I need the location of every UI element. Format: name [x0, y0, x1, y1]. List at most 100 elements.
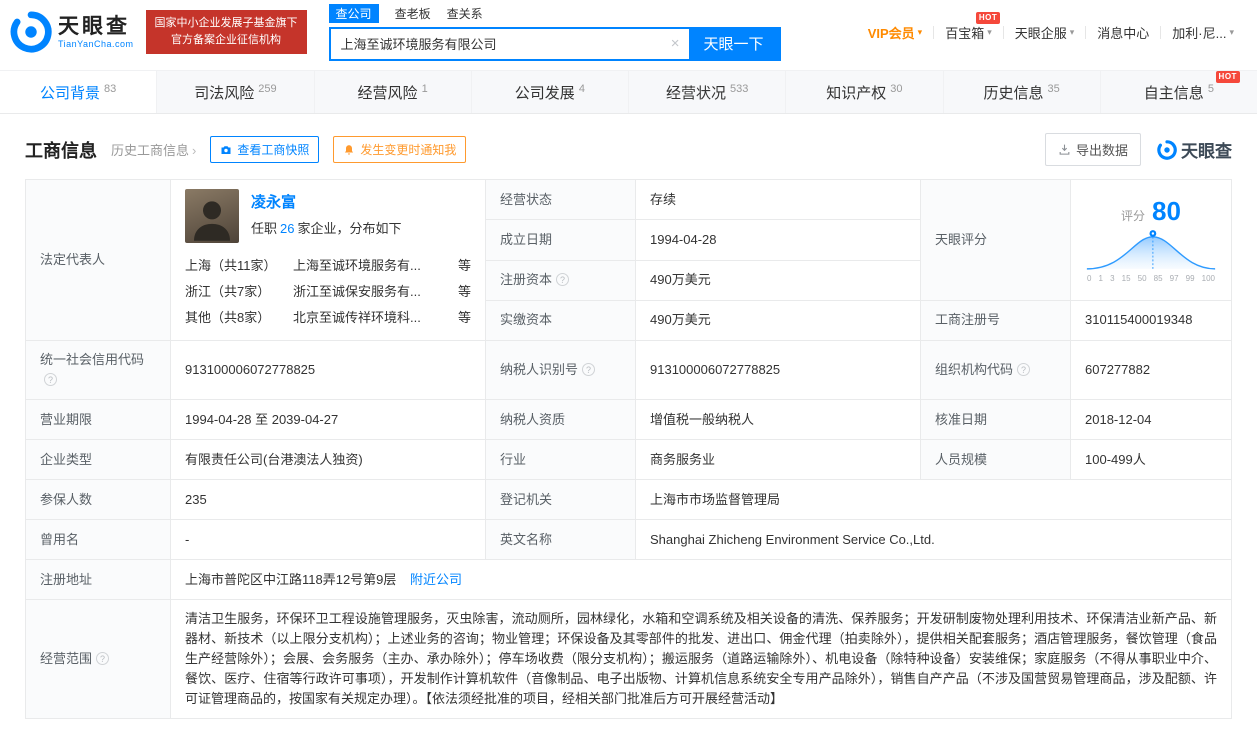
score-label: 天眼评分	[920, 179, 1071, 301]
legal-rep-tenure: 任职 26 家企业，分布如下	[251, 221, 402, 236]
credit-code-value: 913100006072778825	[170, 340, 486, 400]
former-name-label: 曾用名	[25, 519, 171, 560]
tax-id-label: 纳税人识别号	[485, 340, 636, 400]
tab-self-info[interactable]: 自主信息 5 HOT	[1101, 70, 1257, 113]
brand-name: 天眼查	[58, 15, 130, 38]
region-label: 上海（共11家）	[185, 258, 277, 273]
related-company-link[interactable]: 上海至诚环境服务有...	[293, 256, 421, 276]
help-icon[interactable]	[556, 273, 570, 287]
brand-domain: TianYanCha.com	[58, 39, 134, 49]
tab-count: 35	[1047, 82, 1060, 95]
former-name-value: -	[170, 519, 486, 560]
search-button[interactable]: 天眼一下	[688, 28, 779, 59]
nearby-companies-link[interactable]: 附近公司	[410, 572, 462, 587]
business-info-table: 法定代表人 凌永富 任职 26 家企业，分布如下 上海（共11家） 上海至诚环境…	[25, 178, 1232, 719]
tab-operation-status[interactable]: 经营状况 533	[629, 71, 787, 113]
table-row: 法定代表人 凌永富 任职 26 家企业，分布如下 上海（共11家） 上海至诚环境…	[25, 178, 1232, 341]
tianyancha-watermark: 天眼查	[1157, 137, 1232, 162]
company-section-tabs: 公司背景 83 司法风险 259 经营风险 1 公司发展 4 经营状况 533 知识产权 3…	[0, 70, 1257, 114]
term-label: 营业期限	[25, 399, 171, 440]
status-value: 存续	[635, 178, 921, 221]
search-box: 天眼一下	[328, 26, 781, 61]
search-input[interactable]	[330, 28, 662, 59]
credit-code-label: 统一社会信用代码	[25, 340, 171, 400]
export-data-button[interactable]: 导出数据	[1044, 133, 1141, 166]
help-icon[interactable]	[1017, 363, 1031, 376]
score-cell: 评分 80 0 1 3 15 50 85 97 99 100	[1070, 179, 1232, 301]
related-company-link[interactable]: 浙江至诚保安服务有...	[293, 282, 421, 302]
chevron-down-icon	[1070, 27, 1075, 38]
table-row: 经营范围 清洁卫生服务，环保环卫工程设施管理服务，灭虫除害，流动厕所，园林绿化，…	[25, 599, 1232, 719]
bell-icon	[345, 144, 354, 155]
org-code-label: 组织机构代码	[920, 340, 1071, 400]
camera-icon	[221, 145, 231, 154]
search-area: 查公司 查老板 查关系 天眼一下	[328, 3, 781, 61]
table-row: 注册地址 上海市普陀区中江路118弄12号第9层 附近公司	[25, 559, 1232, 600]
gov-badge-line2: 官方备案企业征信机构	[171, 34, 282, 46]
tab-operation-risk[interactable]: 经营风险 1	[315, 71, 472, 113]
tax-id-value: 913100006072778825	[635, 340, 921, 400]
established-value: 1994-04-28	[635, 219, 921, 261]
related-company-link[interactable]: 北京至诚传祥环境科...	[293, 308, 421, 328]
search-tab-relation[interactable]: 查关系	[447, 5, 483, 22]
reg-no-value: 310115400019348	[1070, 299, 1232, 342]
help-icon[interactable]	[96, 652, 110, 665]
approved-date-label: 核准日期	[920, 399, 1071, 440]
registry-authority-value: 上海市市场监督管理局	[635, 479, 1232, 520]
help-icon[interactable]	[582, 363, 596, 376]
watermark-text: 天眼查	[1181, 142, 1232, 161]
section-header-right: 导出数据 天眼查	[1044, 133, 1232, 166]
search-tab-company[interactable]: 查公司	[328, 3, 379, 23]
tab-judicial-risk[interactable]: 司法风险 259	[157, 71, 315, 113]
staff-size-label: 人员规模	[920, 439, 1071, 480]
industry-value: 商务服务业	[635, 439, 921, 480]
search-tab-boss[interactable]: 查老板	[395, 5, 431, 22]
table-row: 参保人数 235 登记机关 上海市市场监督管理局	[25, 479, 1232, 520]
gov-badge-line1: 国家中小企业发展子基金旗下	[154, 17, 298, 29]
tax-quality-value: 增值税一般纳税人	[635, 399, 921, 440]
vip-member-menu[interactable]: VIP会员	[857, 23, 934, 42]
reg-no-label: 工商注册号	[920, 299, 1071, 342]
tab-count: 5	[1207, 82, 1214, 95]
history-business-info-link[interactable]: 历史工商信息	[111, 140, 196, 159]
chevron-down-icon	[987, 27, 992, 38]
notify-on-change-button[interactable]: 发生变更时通知我	[333, 136, 467, 163]
staff-size-value: 100-499人	[1070, 439, 1232, 480]
treasure-box-menu[interactable]: 百宝箱 HOT	[934, 11, 1003, 42]
registry-authority-label: 登记机关	[485, 479, 636, 520]
header-right-menu: VIP会员 百宝箱 HOT 天眼企服 消息中心 加利·尼...	[857, 11, 1245, 42]
chevron-right-icon	[189, 143, 196, 158]
business-scope-value: 清洁卫生服务，环保环卫工程设施管理服务，灭虫除害，流动厕所，园林绿化，水箱和空调…	[170, 599, 1232, 719]
legal-rep-photo[interactable]	[185, 189, 239, 243]
score-axis: 0 1 3 15 50 85 97 99 100	[1087, 274, 1215, 284]
user-account-menu[interactable]: 加利·尼...	[1161, 23, 1245, 42]
tab-company-development[interactable]: 公司发展 4	[472, 71, 629, 113]
etc-label: 等	[457, 284, 471, 299]
gov-certification-badge: 国家中小企业发展子基金旗下 官方备案企业征信机构	[145, 10, 307, 54]
hot-badge: HOT	[975, 11, 1001, 24]
tenure-count-link[interactable]: 26	[277, 221, 297, 236]
tab-count: 1	[421, 82, 428, 95]
view-snapshot-button[interactable]: 查看工商快照	[210, 136, 320, 163]
legal-rep-label: 法定代表人	[25, 179, 171, 341]
tianyancha-logo[interactable]: 天眼查 TianYanCha.com	[10, 11, 134, 53]
treasure-box-label: 百宝箱	[945, 25, 985, 41]
person-icon	[194, 201, 230, 241]
list-item: 其他（共8家） 北京至诚传祥环境科... 等	[185, 305, 471, 331]
help-icon[interactable]	[44, 373, 57, 386]
tax-quality-label: 纳税人资质	[485, 399, 636, 440]
tab-intellectual-property[interactable]: 知识产权 30	[786, 71, 944, 113]
tab-history-info[interactable]: 历史信息 35	[944, 71, 1101, 113]
address-value: 上海市普陀区中江路118弄12号第9层	[185, 571, 397, 587]
clear-search-icon[interactable]	[662, 35, 689, 52]
company-type-label: 企业类型	[25, 439, 171, 480]
etc-label: 等	[457, 310, 471, 325]
reg-capital-label: 注册资本	[485, 259, 636, 301]
tianyancha-logo-icon	[10, 11, 52, 53]
legal-rep-name[interactable]: 凌永富	[251, 194, 296, 211]
message-center-menu[interactable]: 消息中心	[1086, 23, 1160, 42]
table-row: 统一社会信用代码 913100006072778825 纳税人识别号 91310…	[25, 340, 1232, 400]
table-row: 曾用名 - 英文名称 Shanghai Zhicheng Environment…	[25, 519, 1232, 560]
enterprise-service-menu[interactable]: 天眼企服	[1004, 23, 1086, 42]
tab-company-background[interactable]: 公司背景 83	[0, 71, 158, 113]
